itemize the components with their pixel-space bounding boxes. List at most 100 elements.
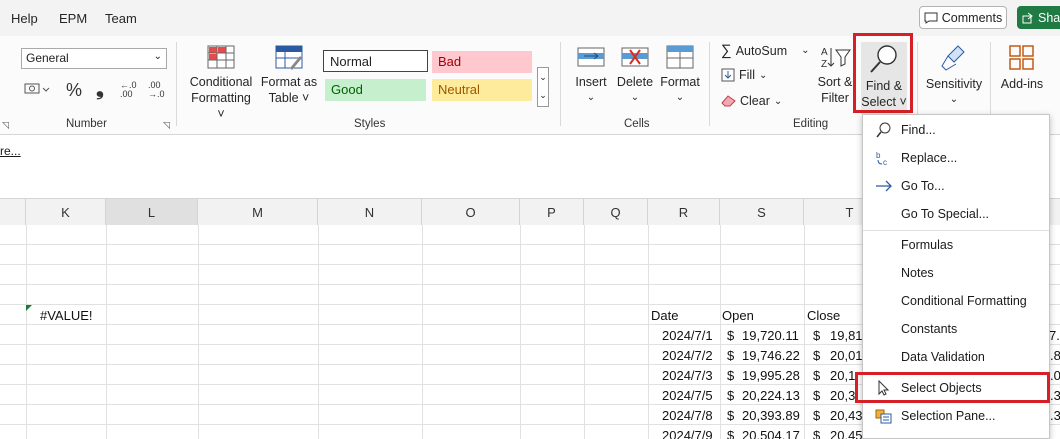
- sensitivity-label: Sensitivity: [925, 77, 983, 91]
- add-ins-button[interactable]: Add-ins: [998, 44, 1046, 92]
- table-row-close[interactable]: 20,01: [830, 348, 863, 363]
- table-row-open[interactable]: 19,720.11: [742, 328, 799, 343]
- table-row-tail[interactable]: .3: [1050, 408, 1060, 423]
- conditional-formatting-icon: [207, 45, 235, 69]
- clear-button[interactable]: Clear ⌄: [721, 94, 782, 108]
- header-date[interactable]: Date: [651, 308, 678, 323]
- style-normal[interactable]: Normal: [323, 50, 428, 72]
- currency-symbol: $: [727, 328, 735, 343]
- column-header-o[interactable]: O: [422, 199, 520, 226]
- table-row-tail[interactable]: 7.5: [1049, 328, 1060, 343]
- table-row-close[interactable]: 20,3: [830, 388, 855, 403]
- column-header-l[interactable]: L: [106, 199, 198, 226]
- chevron-down-icon: ⌄: [675, 92, 685, 103]
- menu-item-label: Go To Special...: [901, 207, 990, 221]
- share-label: Sha: [1038, 10, 1060, 25]
- number-launcher-icon[interactable]: ◹: [163, 120, 170, 131]
- chevron-down-icon: ⌄: [949, 94, 959, 105]
- style-bad[interactable]: Bad: [432, 51, 532, 73]
- menu-item-selection-pane[interactable]: Selection Pane...: [863, 402, 1049, 430]
- table-row-tail[interactable]: .0: [1050, 368, 1060, 383]
- comma-style-icon[interactable]: ❟: [96, 78, 104, 101]
- currency-symbol: $: [727, 428, 735, 439]
- fill-button[interactable]: Fill ⌄: [721, 68, 767, 82]
- table-row-open[interactable]: 19,746.22: [742, 348, 800, 363]
- share-icon: [1022, 12, 1033, 23]
- menu-item-label: Formulas: [901, 238, 954, 252]
- header-close[interactable]: Close: [807, 308, 840, 323]
- table-row-date[interactable]: 2024/7/1: [662, 328, 713, 343]
- menu-item-notes[interactable]: Notes: [863, 259, 1049, 287]
- menu-item-go-to[interactable]: Go To...: [863, 172, 1049, 200]
- style-good[interactable]: Good: [325, 79, 426, 101]
- increase-decimal-icon[interactable]: ←.0.00: [120, 81, 137, 99]
- table-row-close[interactable]: 20,43: [830, 408, 863, 423]
- table-row-close[interactable]: 20,1: [830, 368, 855, 383]
- table-row-open[interactable]: 19,995.28: [742, 368, 800, 383]
- column-header-q[interactable]: Q: [584, 199, 648, 226]
- table-row-close[interactable]: 19,81: [830, 328, 863, 343]
- menu-item-go-to-special[interactable]: Go To Special...: [863, 200, 1049, 228]
- menu-item-replace[interactable]: bc Replace...: [863, 144, 1049, 172]
- insert-button[interactable]: Insert ⌄: [570, 44, 612, 106]
- percent-style-icon[interactable]: %: [66, 80, 82, 101]
- currency-symbol: $: [727, 388, 735, 403]
- table-row-tail[interactable]: .8: [1050, 348, 1060, 363]
- column-header-p[interactable]: P: [520, 199, 584, 226]
- column-header-n[interactable]: N: [318, 199, 422, 226]
- menu-item-find[interactable]: Find...: [863, 116, 1049, 144]
- menu-bar: Help EPM Team Comments Sha: [0, 0, 1060, 36]
- chevron-down-icon: ⌄: [153, 51, 162, 62]
- conditional-formatting-button[interactable]: Conditional Formatting ˅: [186, 44, 256, 122]
- currency-symbol: $: [813, 348, 821, 363]
- more-link[interactable]: re...: [0, 144, 21, 158]
- format-button[interactable]: Format ⌄: [658, 44, 702, 106]
- menu-item-conditional-formatting[interactable]: Conditional Formatting: [863, 287, 1049, 315]
- table-row-date[interactable]: 2024/7/9: [662, 428, 713, 439]
- sensitivity-button[interactable]: Sensitivity ⌄: [923, 44, 985, 108]
- menu-item-constants[interactable]: Constants: [863, 315, 1049, 343]
- format-as-table-button[interactable]: Format as Table ˅: [260, 44, 318, 106]
- table-row-date[interactable]: 2024/7/5: [662, 388, 713, 403]
- sort-filter-button[interactable]: A Z Sort & Filter: [815, 44, 855, 106]
- style-neutral[interactable]: Neutral: [432, 79, 532, 101]
- delete-button[interactable]: Delete ⌄: [614, 44, 656, 106]
- group-separator: [709, 42, 710, 126]
- table-row-open[interactable]: 20,224.13: [742, 388, 800, 403]
- number-format-select[interactable]: General ⌄: [21, 48, 167, 69]
- menu-item-formulas[interactable]: Formulas: [863, 231, 1049, 259]
- table-row-tail[interactable]: .3: [1050, 388, 1060, 403]
- autosum-button[interactable]: ∑ AutoSum ⌄: [721, 42, 810, 59]
- group-separator: [176, 42, 177, 126]
- table-row-open[interactable]: 20,504.17: [742, 428, 800, 439]
- chevron-down-icon: ⌄: [586, 92, 596, 103]
- format-label: Format: [660, 75, 700, 89]
- table-row-date[interactable]: 2024/7/3: [662, 368, 713, 383]
- tab-help[interactable]: Help: [11, 11, 38, 26]
- svg-text:A: A: [821, 47, 828, 58]
- header-open[interactable]: Open: [722, 308, 754, 323]
- comments-button[interactable]: Comments: [919, 6, 1007, 29]
- tab-team[interactable]: Team: [105, 11, 137, 26]
- table-row-date[interactable]: 2024/7/8: [662, 408, 713, 423]
- table-row-date[interactable]: 2024/7/2: [662, 348, 713, 363]
- currency-symbol: $: [813, 328, 821, 343]
- error-cell-value[interactable]: #VALUE!: [40, 308, 93, 323]
- delete-label: Delete: [616, 75, 654, 89]
- menu-item-label: Notes: [901, 266, 934, 280]
- svg-text:Z: Z: [821, 59, 827, 70]
- table-row-open[interactable]: 20,393.89: [742, 408, 800, 423]
- styles-gallery-scroll[interactable]: ⌄ ⌄: [537, 67, 549, 107]
- currency-symbol: $: [813, 388, 821, 403]
- decrease-decimal-icon[interactable]: .00 →.0: [148, 81, 165, 99]
- accounting-format-icon[interactable]: [24, 81, 50, 100]
- clipboard-launcher-icon[interactable]: ◹: [2, 120, 9, 131]
- column-header-s[interactable]: S: [720, 199, 804, 226]
- column-header-k[interactable]: K: [26, 199, 106, 226]
- column-header-m[interactable]: M: [198, 199, 318, 226]
- share-button[interactable]: Sha: [1017, 6, 1060, 29]
- svg-text:b: b: [876, 151, 881, 160]
- tab-epm[interactable]: EPM: [59, 11, 87, 26]
- menu-item-data-validation[interactable]: Data Validation: [863, 343, 1049, 371]
- column-header-r[interactable]: R: [648, 199, 720, 226]
